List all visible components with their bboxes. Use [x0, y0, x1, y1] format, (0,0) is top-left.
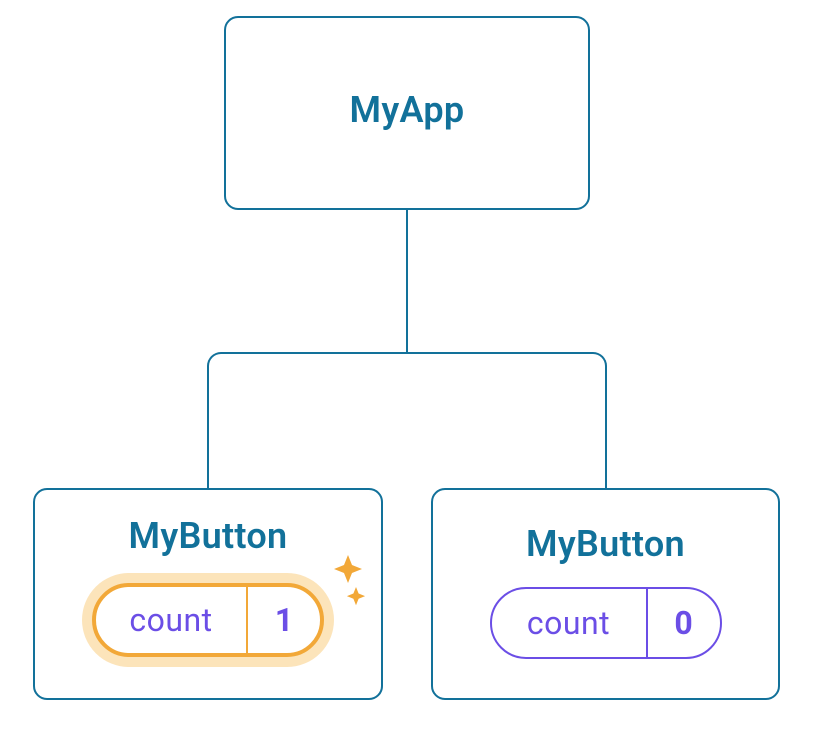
node-root: MyApp	[224, 16, 590, 210]
state-value-right: 0	[646, 589, 720, 657]
tree-connector-stem	[406, 210, 408, 352]
node-left: MyButton count 1	[33, 488, 383, 700]
state-pill-left-highlight: count 1	[82, 573, 334, 667]
component-tree-diagram: MyApp MyButton count 1 MyButton count 0	[0, 0, 814, 734]
tree-connector-bracket	[207, 352, 607, 488]
state-pill-right-wrap: count 0	[490, 565, 722, 659]
state-key-left: count	[96, 587, 246, 653]
state-key-right: count	[492, 589, 646, 657]
node-right-label: MyButton	[526, 523, 685, 565]
state-pill-left: count 1	[92, 583, 324, 657]
node-root-label: MyApp	[350, 89, 465, 131]
sparkle-icon	[304, 551, 368, 615]
state-pill-right: count 0	[490, 587, 722, 659]
node-left-label: MyButton	[129, 515, 288, 557]
node-right: MyButton count 0	[431, 488, 780, 700]
